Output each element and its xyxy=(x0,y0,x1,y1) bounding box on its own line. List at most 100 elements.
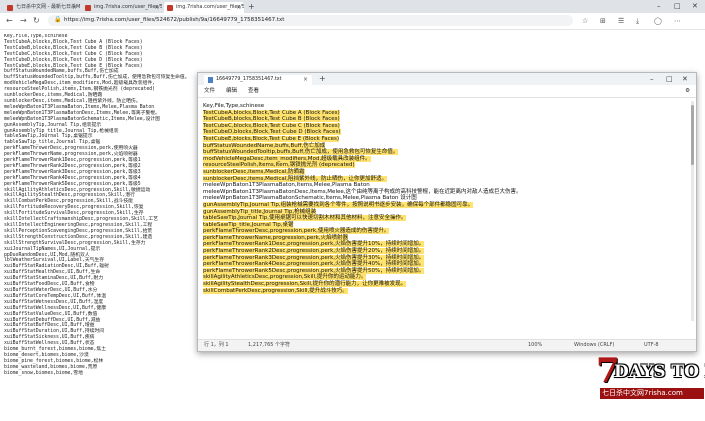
browser-tab-bar: 七日杀中文网 - 最新七日杀MOD - 七日杀...×img.7risha.co… xyxy=(0,0,705,13)
7-days-to-die-logo: 7 DAYS TO DIE 七日杀中文网7risha.com xyxy=(596,352,705,412)
notepad-line: meleeWpnBaton1T3PlasmaBaton,Items,Melee,… xyxy=(203,182,688,189)
notepad-line-text: perkFlameThrowerRank5Desc,progression,pe… xyxy=(203,267,425,274)
notepad-line: TestCubeA,blocks,Block,Test Cube A (Bloc… xyxy=(203,109,688,117)
notepad-line-text: buffStatusWoundedTooltip,buffs,Buff,伤亡加成… xyxy=(203,149,399,156)
notepad-line-text: tableSawTip_title,Journal Tip,桌锯 xyxy=(203,221,294,228)
favorites-icon[interactable]: ☰ xyxy=(618,16,624,26)
notepad-line-text: buffStatusWoundedName,buffs,Buff,伤亡加成 xyxy=(203,142,326,149)
file-icon xyxy=(208,77,213,83)
notepad-line-text: skillCombatPerkDesc,progression,Skill,提升… xyxy=(203,287,348,294)
notepad-line-text: perkFlameThrowerRank3Desc,progression,pe… xyxy=(203,254,425,261)
new-tab-button[interactable]: + xyxy=(248,2,255,12)
notepad-line-text: meleeWpnBaton1T3PlasmaBaton,Items,Melee,… xyxy=(203,182,370,189)
notepad-line: skillCombatPerkDesc,progression,Skill,提升… xyxy=(203,287,688,295)
notepad-line-text: gunAssemblyTip_title,Journal Tip,枪械组装 xyxy=(203,208,317,215)
notepad-line: skillAgilityStealthDesc,progression,Skil… xyxy=(203,281,688,288)
notepad-line-text: gunAssemblyTip,Journal Tip,组装枪械需要找到各个零件，… xyxy=(203,201,474,208)
notepad-line-text: TestCubeD,blocks,Block,Test Cube D (Bloc… xyxy=(203,129,341,136)
favicon-icon xyxy=(7,5,13,11)
notepad-line: perkFlameThrowerDesc,progression,perk,使用… xyxy=(203,228,688,235)
back-icon[interactable]: ← xyxy=(6,16,13,26)
favicon-icon xyxy=(85,5,91,11)
notepad-line-text: TestCubeC,blocks,Block,Test Cube C (Bloc… xyxy=(203,122,340,129)
notepad-minimize-icon[interactable]: – xyxy=(650,74,654,84)
notepad-close-icon[interactable]: ✕ xyxy=(682,74,688,84)
notepad-line-text: sunblockerDesc,items,Medical,防晒霜 xyxy=(203,168,305,175)
logo-subtitle: 七日杀中文网7risha.com xyxy=(600,388,704,399)
favicon-icon xyxy=(167,5,173,11)
forward-icon[interactable]: → xyxy=(20,16,27,26)
notepad-line-text: TestCubeA,blocks,Block,Test Cube A (Bloc… xyxy=(203,109,340,116)
maximize-icon[interactable]: □ xyxy=(674,1,681,11)
notepad-line-text: perkFlameThrowerName,progression,perk,火焰… xyxy=(203,234,349,241)
extensions-icon[interactable]: ⊞ xyxy=(600,16,606,26)
notepad-line: Key,File,Type,schinese xyxy=(203,103,688,110)
lock-icon: 🔒 xyxy=(54,16,62,23)
raw-text-page: Key,File,Type,schinese TestCubeA,blocks,B… xyxy=(4,34,194,419)
logo-text: DAYS TO DIE xyxy=(614,362,705,382)
notepad-line-text: perkFlameThrowerRank1Desc,progression,pe… xyxy=(203,241,425,248)
status-zoom: 100% xyxy=(528,342,543,348)
notepad-line: TestCubeB,blocks,Block,Test Cube B (Bloc… xyxy=(203,116,688,123)
notepad-line: TestCubeD,blocks,Block,Test Cube D (Bloc… xyxy=(203,129,688,136)
notepad-line-text: perkFlameThrowerRank2Desc,progression,pe… xyxy=(203,248,425,255)
downloads-icon[interactable]: ⤓ xyxy=(636,16,639,26)
notepad-line: sunblockerDesc,items,Medical,防晒霜 xyxy=(203,168,688,176)
notepad-line-text: TestCubeE,blocks,Block,Test Cube E (Bloc… xyxy=(203,135,340,142)
status-eol: Windows (CRLF) xyxy=(574,342,615,348)
tab-label: 七日杀中文网 - 最新七日杀MOD - 七日杀... xyxy=(16,4,80,10)
notepad-maximize-icon[interactable]: □ xyxy=(666,74,673,84)
status-position: 行 1，列 1 xyxy=(204,342,229,348)
notepad-line: resourceSteelPolish,Items,Item,钢铁抛光剂 (de… xyxy=(203,162,688,169)
tab-close-icon[interactable]: × xyxy=(72,2,77,13)
address-bar[interactable]: 🔒 https://img.7risha.com/user_files/5246… xyxy=(48,15,573,26)
status-chars: 1,217,765 个字符 xyxy=(248,342,291,348)
notepad-line: perkFlameThrowerRank2Desc,progression,pe… xyxy=(203,248,688,255)
minimize-icon[interactable]: – xyxy=(657,1,661,11)
scrollbar-thumb[interactable] xyxy=(691,105,694,165)
notepad-line-text: modVehicleMegaDesc,item_modifiers,Mod,超级… xyxy=(203,155,371,162)
notepad-line: tableSawTip,Journal Tip,使用桌锯可以快速切割木材和其他材… xyxy=(203,215,688,222)
tab-close-icon[interactable]: × xyxy=(236,2,241,13)
gear-icon[interactable]: ⚙ xyxy=(685,86,690,96)
notepad-line: TestCubeE,blocks,Block,Test Cube E (Bloc… xyxy=(203,135,688,143)
notepad-text-area[interactable]: Key,File,Type,schinese TestCubeA,blocks,B… xyxy=(203,103,688,333)
notepad-line-text: perkFlameThrowerDesc,progression,perk,使用… xyxy=(203,228,390,235)
tab-label: img.7risha.com/user_files/524672/ xyxy=(94,4,162,10)
notepad-tab-title: 16649779_1758351467.txt xyxy=(216,77,282,82)
tab-label: img.7risha.com/user_files/524672/publish xyxy=(176,4,244,10)
notepad-scrollbar[interactable] xyxy=(691,101,694,321)
notepad-line-text: sunblockerDesc,items,Medical,阻挡紫外线，防止晒伤，… xyxy=(203,175,387,182)
profile-icon[interactable]: ◯ xyxy=(654,16,662,26)
menu-edit[interactable]: 编辑 xyxy=(226,86,237,96)
notepad-line-text: meleeWpnBaton1T3PlasmaBatonSchematic,Ite… xyxy=(203,195,417,202)
notepad-line-text: Key,File,Type,schinese xyxy=(203,103,265,109)
notepad-statusbar: 行 1，列 1 1,217,765 个字符 100% Windows (CRLF… xyxy=(198,339,696,351)
notepad-menubar: 文件 编辑 查看 ⚙ xyxy=(198,85,696,98)
notepad-line: perkFlameThrowerRank4Desc,progression,pe… xyxy=(203,261,688,268)
browser-tab[interactable]: img.7risha.com/user_files/524672/publish… xyxy=(164,2,244,13)
star-icon[interactable]: ☆ xyxy=(582,16,588,26)
notepad-window: 16649779_1758351467.txt × + – □ ✕ 文件 编辑 … xyxy=(197,72,697,352)
notepad-line: meleeWpnBaton1T3PlasmaBatonSchematic,Ite… xyxy=(203,195,688,202)
more-icon[interactable]: ⋯ xyxy=(674,16,681,26)
notepad-line: buffStatusWoundedTooltip,buffs,Buff,伤亡加成… xyxy=(203,149,688,156)
notepad-line-text: TestCubeB,blocks,Block,Test Cube B (Bloc… xyxy=(203,116,340,123)
notepad-line: gunAssemblyTip,Journal Tip,组装枪械需要找到各个零件，… xyxy=(203,201,688,209)
notepad-titlebar: 16649779_1758351467.txt × + – □ ✕ xyxy=(198,73,696,85)
browser-toolbar: ← → ↻ 🔒 https://img.7risha.com/user_file… xyxy=(0,13,705,30)
reload-icon[interactable]: ↻ xyxy=(33,16,40,26)
menu-file[interactable]: 文件 xyxy=(204,86,215,96)
tab-close-icon[interactable]: × xyxy=(154,2,159,13)
notepad-new-tab-button[interactable]: + xyxy=(319,74,326,84)
notepad-line: TestCubeC,blocks,Block,Test Cube C (Bloc… xyxy=(203,122,688,130)
browser-tab[interactable]: 七日杀中文网 - 最新七日杀MOD - 七日杀...× xyxy=(4,2,80,13)
menu-view[interactable]: 查看 xyxy=(248,86,259,96)
notepad-line-text: resourceSteelPolish,Items,Item,钢铁抛光剂 (de… xyxy=(203,162,355,169)
browser-tab[interactable]: img.7risha.com/user_files/524672/× xyxy=(82,2,162,13)
tab-close-icon[interactable]: × xyxy=(303,75,308,85)
status-encoding: UTF-8 xyxy=(644,342,659,348)
close-icon[interactable]: ✕ xyxy=(692,1,698,11)
address-url: https://img.7risha.com/user_files/524672… xyxy=(64,17,285,23)
notepad-tab[interactable]: 16649779_1758351467.txt × xyxy=(204,75,312,85)
